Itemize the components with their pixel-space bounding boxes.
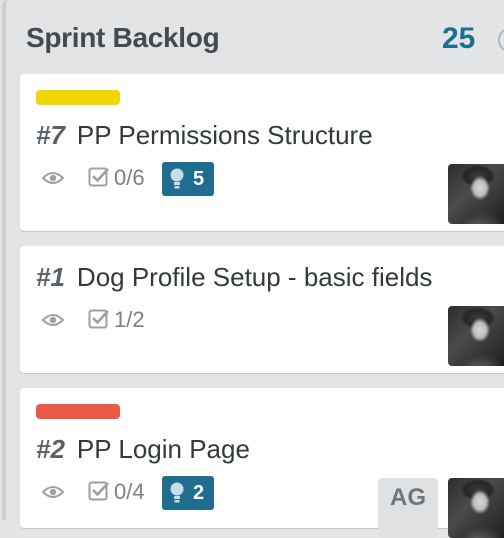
card-number: #7 bbox=[36, 120, 65, 150]
lightbulb-icon bbox=[170, 482, 184, 503]
card-title-text: PP Login Page bbox=[76, 434, 250, 464]
card-dog-profile-setup[interactable]: #1 Dog Profile Setup - basic fields 1/2 bbox=[20, 246, 504, 373]
card-title-text: PP Permissions Structure bbox=[76, 120, 373, 150]
card-number: #2 bbox=[36, 434, 65, 464]
avatar[interactable] bbox=[448, 164, 504, 224]
card-title[interactable]: #7 PP Permissions Structure bbox=[36, 120, 373, 151]
card-pp-permissions-structure[interactable]: #7 PP Permissions Structure 0/6 5 bbox=[20, 74, 504, 231]
checklist-progress: 0/4 bbox=[114, 479, 145, 504]
card-number: #1 bbox=[36, 262, 65, 292]
label-red bbox=[36, 404, 120, 419]
comments-count: 5 bbox=[193, 168, 205, 190]
checklist-progress: 0/6 bbox=[114, 165, 145, 190]
lightbulb-icon bbox=[170, 168, 184, 189]
checkbox-icon bbox=[88, 167, 109, 187]
circle-icon[interactable] bbox=[498, 27, 504, 53]
checklist-progress: 1/2 bbox=[114, 307, 145, 332]
card-title[interactable]: #2 PP Login Page bbox=[36, 434, 250, 465]
comments-count: 2 bbox=[193, 482, 205, 504]
avatar[interactable] bbox=[448, 306, 504, 366]
card-pp-login-page[interactable]: #2 PP Login Page 0/4 2 AG bbox=[20, 388, 504, 538]
eye-icon bbox=[42, 172, 64, 184]
eye-icon bbox=[42, 314, 64, 326]
comments-badge: 2 bbox=[162, 476, 215, 510]
checkbox-icon bbox=[88, 481, 109, 501]
card-title[interactable]: #1 Dog Profile Setup - basic fields bbox=[36, 262, 432, 293]
member-initials-avatar[interactable]: AG bbox=[378, 478, 438, 538]
eye-icon bbox=[42, 486, 64, 498]
list-title[interactable]: Sprint Backlog bbox=[26, 22, 220, 54]
comments-badge: 5 bbox=[162, 162, 215, 196]
avatar[interactable] bbox=[448, 478, 504, 538]
card-title-text: Dog Profile Setup - basic fields bbox=[76, 262, 433, 292]
label-yellow bbox=[36, 90, 120, 105]
list-header[interactable]: Sprint Backlog 25 bbox=[6, 0, 504, 75]
sprint-backlog-list: Sprint Backlog 25 #7 PP Permissions Struc… bbox=[2, 0, 504, 538]
checkbox-icon bbox=[88, 309, 109, 329]
card-count: 25 bbox=[442, 22, 476, 55]
